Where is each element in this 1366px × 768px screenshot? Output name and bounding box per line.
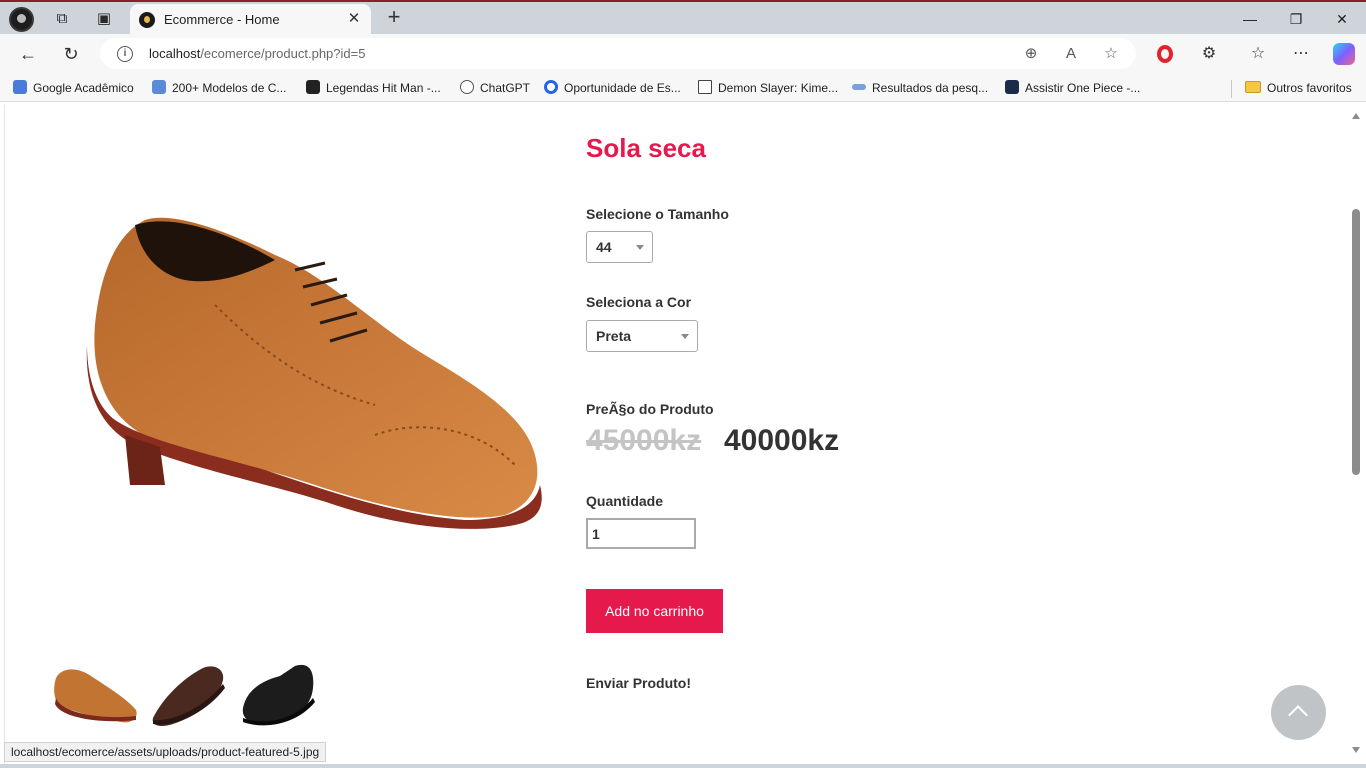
color-label: Seleciona a Cor [586, 294, 692, 310]
product-thumbnail[interactable] [143, 658, 233, 730]
site-info-icon[interactable]: i [117, 46, 133, 62]
back-button[interactable]: ← [15, 41, 41, 67]
site-favicon [139, 12, 155, 28]
workspaces-icon[interactable]: ⧉ [50, 8, 74, 30]
product-main-image[interactable] [75, 185, 545, 565]
refresh-button[interactable]: ↻ [58, 41, 84, 67]
page-viewport: Sola seca Selecione o Tamanho 44 Selecio… [4, 105, 1366, 764]
scroll-to-top-button[interactable] [1271, 685, 1326, 740]
add-to-cart-button[interactable]: Add no carrinho [586, 589, 723, 633]
film-icon [306, 80, 320, 94]
product-thumbnail[interactable] [51, 658, 141, 730]
url-text[interactable]: localhost/ecomerce/product.php?id=5 [149, 46, 365, 61]
bookmarks-divider [1231, 80, 1232, 98]
tab-ecommerce-home[interactable]: Ecommerce - Home ✕ [130, 4, 371, 36]
chevron-down-icon [681, 334, 689, 339]
close-window-button[interactable]: ✕ [1328, 8, 1356, 30]
status-bar-url: localhost/ecomerce/assets/uploads/produc… [4, 742, 327, 762]
bookmark-item[interactable]: Google Acadêmico [13, 80, 134, 96]
restore-button[interactable]: ❐ [1282, 8, 1310, 30]
bookmark-item[interactable]: ChatGPT [460, 80, 530, 96]
profile-avatar[interactable] [9, 7, 34, 32]
address-bar[interactable]: i localhost/ecomerce/product.php?id=5 ⊕ … [100, 38, 1136, 69]
more-menu-icon[interactable]: ⋯ [1290, 43, 1312, 65]
opera-extension-icon[interactable] [1157, 45, 1173, 63]
chevron-down-icon [636, 245, 644, 250]
bookmark-item[interactable]: Legendas Hit Man -... [306, 80, 441, 96]
copilot-icon[interactable] [1333, 43, 1355, 65]
size-select[interactable]: 44 [586, 231, 653, 263]
url-host: localhost [149, 46, 201, 61]
page-icon [698, 80, 712, 94]
product-thumbnail[interactable] [235, 658, 325, 730]
size-label: Selecione o Tamanho [586, 206, 729, 222]
template-icon [152, 80, 166, 94]
other-favorites-folder[interactable]: Outros favoritos [1245, 80, 1352, 96]
scroll-down-arrow-icon[interactable] [1352, 747, 1360, 753]
extensions-icon[interactable]: ⚙ [1198, 43, 1220, 65]
bookmark-item[interactable]: Resultados da pesq... [852, 80, 988, 96]
window-bottom-edge [0, 764, 1366, 768]
tab-title: Ecommerce - Home [164, 12, 280, 27]
send-product-heading: Enviar Produto! [586, 675, 692, 691]
bookmark-item[interactable]: Assistir One Piece -... [1005, 80, 1140, 96]
price-label: PreÃ§o do Produto [586, 401, 714, 417]
size-value: 44 [596, 239, 612, 255]
fire-icon [1005, 80, 1019, 94]
zoom-icon[interactable]: ⊕ [1020, 43, 1042, 65]
bookmark-item[interactable]: Oportunidade de Es... [544, 80, 681, 96]
folder-icon [1245, 81, 1261, 93]
read-aloud-icon[interactable]: A [1060, 43, 1082, 65]
scroll-up-arrow-icon[interactable] [1352, 113, 1360, 119]
bookmarks-bar: Google Acadêmico 200+ Modelos de C... Le… [0, 74, 1366, 102]
old-price: 45000kz [586, 424, 702, 457]
product-title: Sola seca [586, 133, 706, 163]
quantity-label: Quantidade [586, 493, 664, 509]
tab-actions-icon[interactable]: ▣ [92, 8, 116, 30]
search-result-icon [852, 84, 866, 90]
address-toolbar: ← ↻ i localhost/ecomerce/product.php?id=… [0, 34, 1366, 74]
circle-icon [544, 80, 558, 94]
color-select[interactable]: Preta [586, 320, 698, 352]
new-tab-button[interactable]: + [383, 6, 405, 29]
graduation-icon [13, 80, 27, 94]
chatgpt-icon [460, 80, 474, 94]
quantity-input[interactable] [586, 518, 696, 549]
favorite-star-icon[interactable]: ☆ [1100, 43, 1122, 65]
browser-tab-bar: ⧉ ▣ Ecommerce - Home ✕ + — ❐ ✕ [0, 0, 1366, 36]
color-value: Preta [596, 328, 632, 344]
url-path: /ecomerce/product.php?id=5 [200, 46, 366, 61]
bookmark-item[interactable]: 200+ Modelos de C... [152, 80, 286, 96]
minimize-button[interactable]: — [1236, 8, 1264, 30]
close-tab-icon[interactable]: ✕ [345, 10, 363, 28]
scrollbar-thumb[interactable] [1352, 209, 1360, 475]
bookmark-item[interactable]: Demon Slayer: Kime... [698, 80, 838, 96]
current-price: 40000kz [724, 424, 840, 457]
favorites-icon[interactable]: ☆ [1247, 43, 1269, 65]
